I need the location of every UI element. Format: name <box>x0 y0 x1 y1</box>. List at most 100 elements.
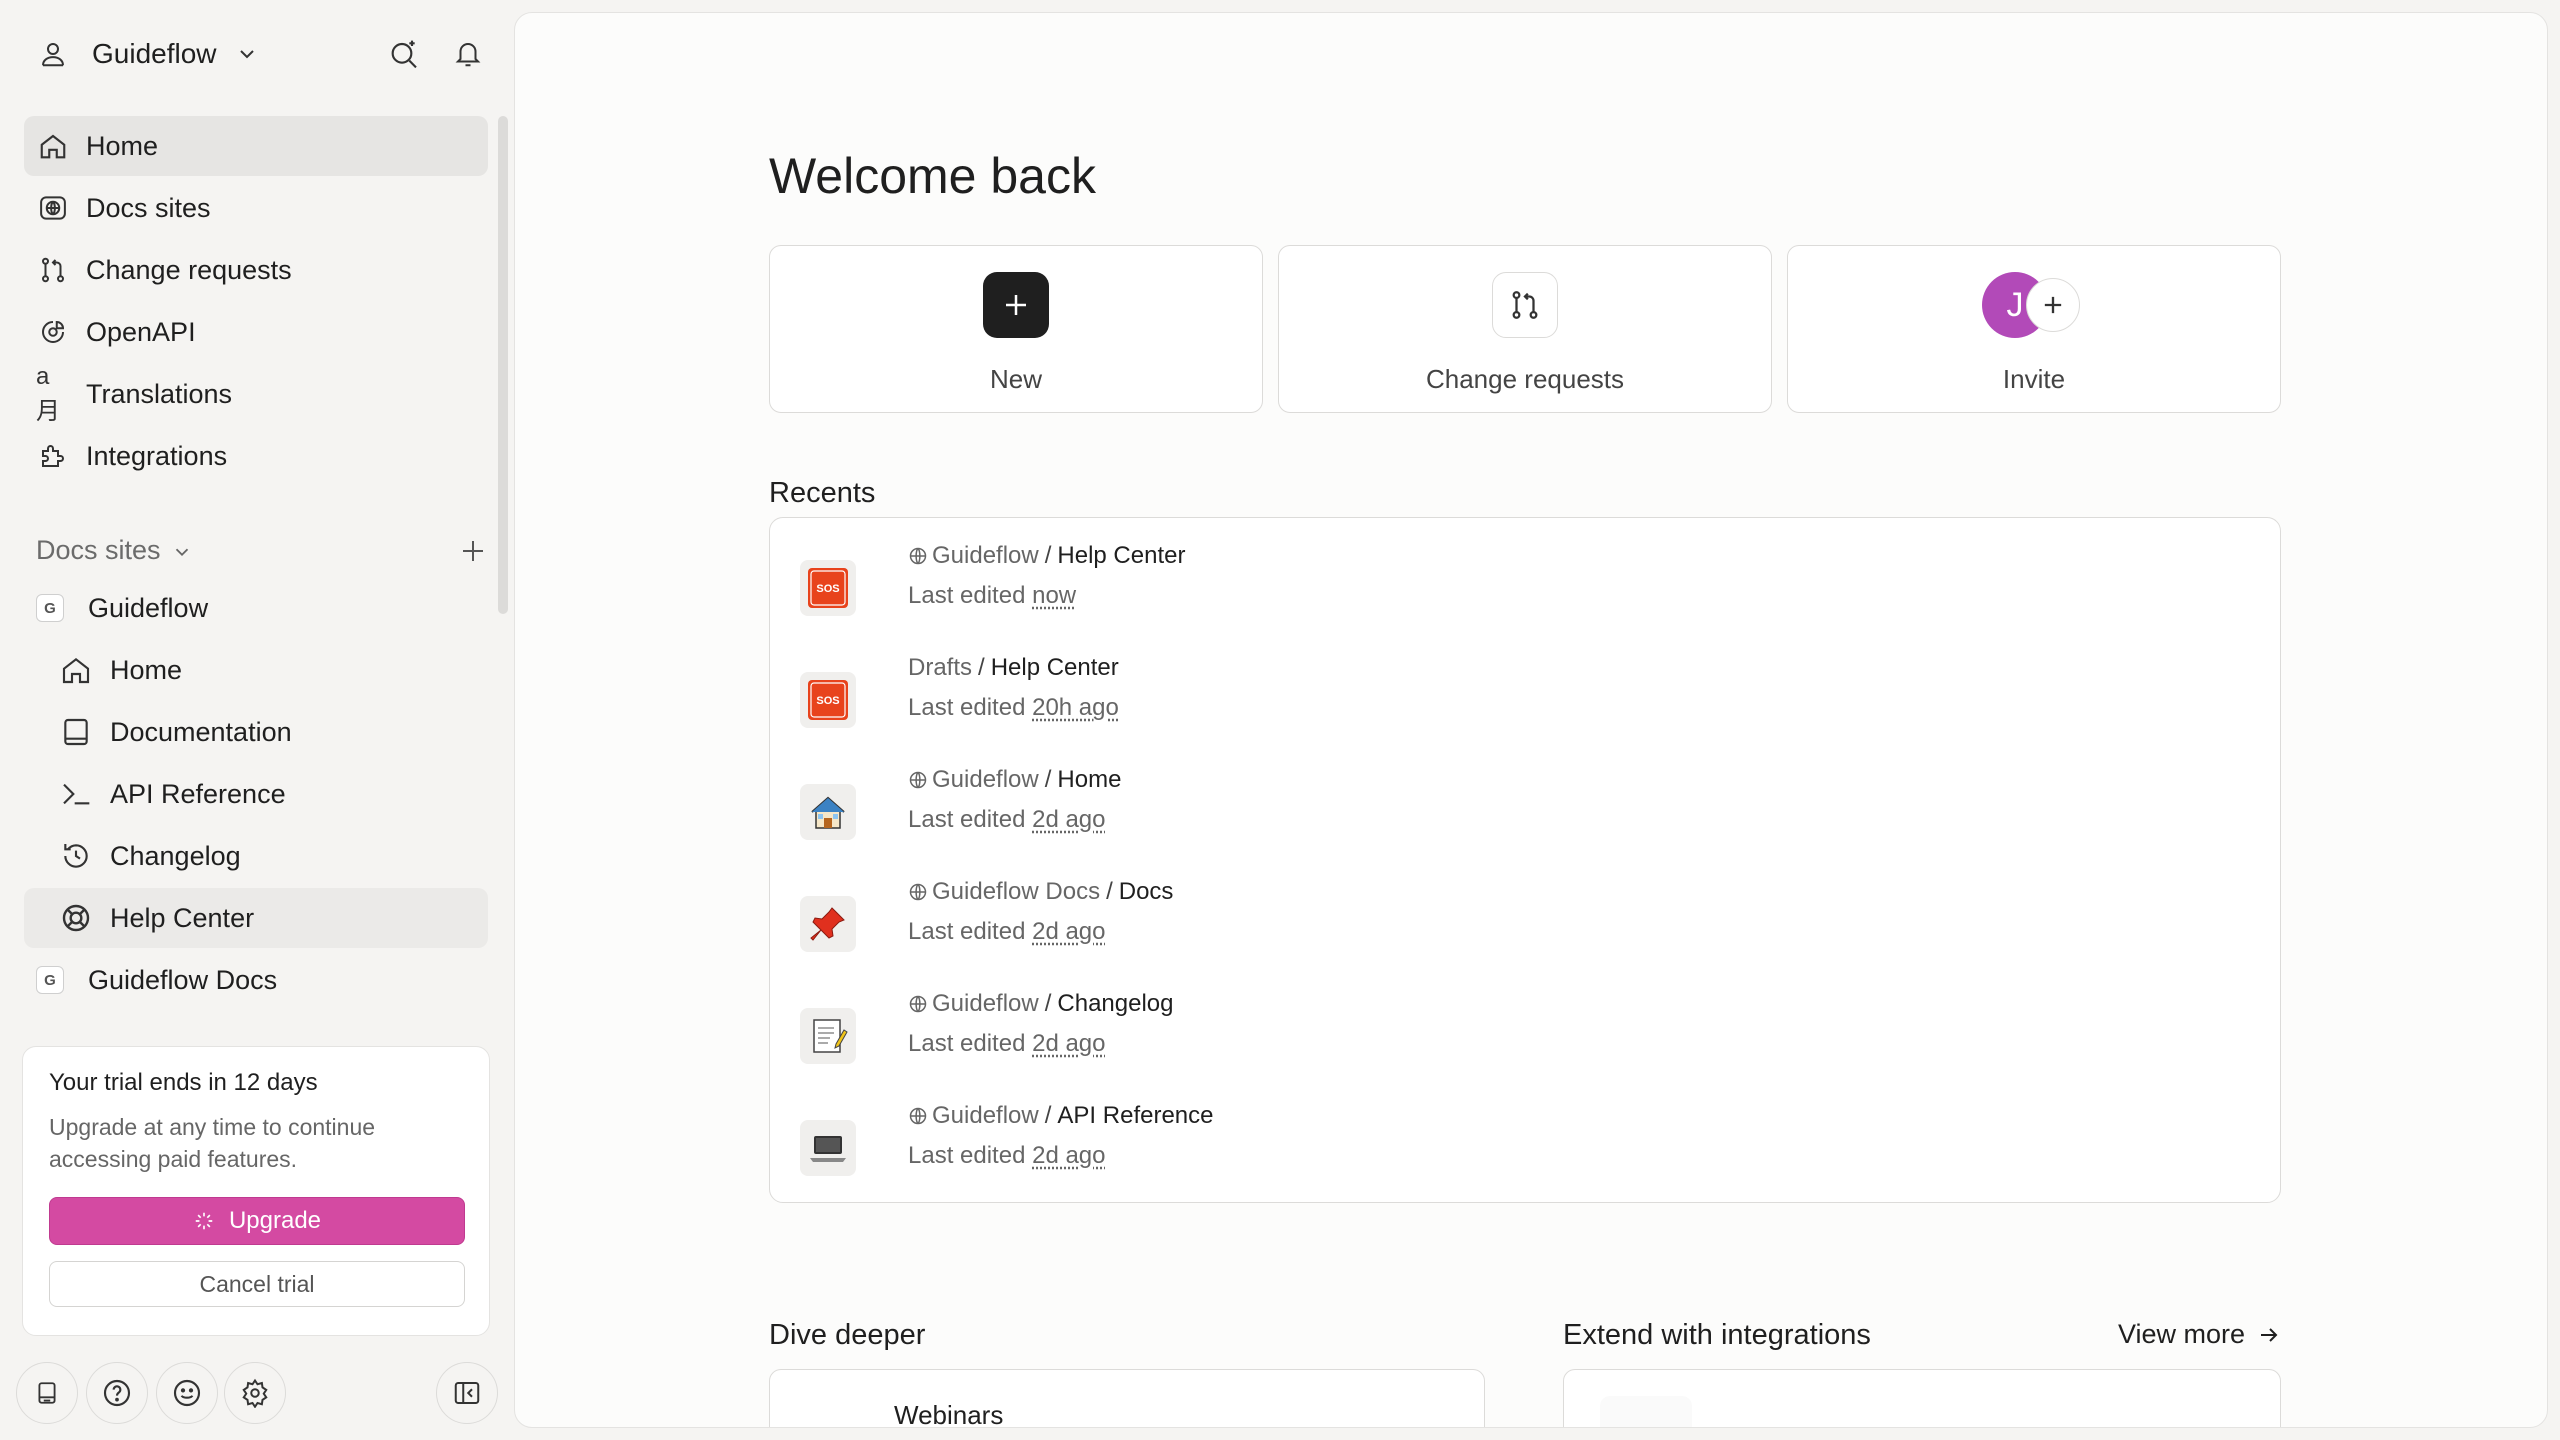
recent-page[interactable]: Home <box>1057 766 1121 794</box>
house-emoji-icon <box>800 784 856 840</box>
recent-space[interactable]: Guideflow <box>932 766 1039 794</box>
docs-icon[interactable] <box>16 1362 78 1424</box>
integration-card[interactable] <box>1563 1369 2281 1427</box>
recent-path: Guideflow / Help Center <box>908 542 1185 570</box>
svg-text:SOS: SOS <box>816 583 839 595</box>
recent-space[interactable]: Drafts <box>908 654 972 682</box>
recent-page[interactable]: API Reference <box>1057 1102 1213 1130</box>
nav-label: Translations <box>86 378 233 409</box>
upgrade-label: Upgrade <box>228 1207 322 1234</box>
nav-label: Docs sites <box>86 192 211 223</box>
recent-space[interactable]: Guideflow <box>932 542 1039 570</box>
site-item-home[interactable]: Home <box>24 640 488 700</box>
lifebuoy-icon <box>58 900 94 936</box>
list-item[interactable]: Guideflow / Changelog Last edited 2d ago <box>800 980 2240 1080</box>
integrations-title: Extend with integrations <box>1563 1319 1871 1351</box>
user-icon[interactable] <box>36 37 70 71</box>
collapse-sidebar-icon[interactable] <box>436 1362 498 1424</box>
list-item[interactable]: Guideflow Docs / Docs Last edited 2d ago <box>800 868 2240 968</box>
view-more-link[interactable]: View more <box>2118 1319 2281 1350</box>
new-card[interactable]: New <box>769 245 1263 413</box>
pushpin-emoji-icon <box>800 896 856 952</box>
recent-space[interactable]: Guideflow <box>932 1102 1039 1130</box>
bell-icon[interactable] <box>450 36 486 72</box>
laptop-emoji-icon <box>800 1120 856 1176</box>
sidebar-scrollbar[interactable] <box>498 116 508 614</box>
recent-timestamp: 2d ago <box>1032 1030 1106 1057</box>
recent-meta: Last edited 2d ago <box>908 1030 1106 1057</box>
site-item-changelog[interactable]: Changelog <box>24 826 488 886</box>
nav-item-integrations[interactable]: Integrations <box>24 426 488 486</box>
recents-list: SOS Guideflow / Help Center Last edited … <box>769 517 2281 1203</box>
nav-item-change-requests[interactable]: Change requests <box>24 240 488 300</box>
recent-space[interactable]: Guideflow <box>932 990 1039 1018</box>
memo-emoji-icon <box>800 1008 856 1064</box>
recent-page[interactable]: Help Center <box>991 654 1119 682</box>
main-nav: Home Docs sites Change requests OpenAPI … <box>24 116 488 488</box>
site-item-documentation[interactable]: Documentation <box>24 702 488 762</box>
recent-meta: Last edited 2d ago <box>908 918 1106 945</box>
site-label: Home <box>110 654 183 685</box>
card-label: Invite <box>2002 364 2066 394</box>
globe-box-icon <box>36 191 70 225</box>
site-label: Help Center <box>110 902 255 933</box>
site-item-guideflow-docs[interactable]: G Guideflow Docs <box>24 950 488 1010</box>
nav-label: OpenAPI <box>86 316 196 347</box>
recent-meta: Last edited 2d ago <box>908 1142 1106 1169</box>
help-icon[interactable] <box>86 1362 148 1424</box>
sidebar: Guideflow Home Docs sites Change request… <box>0 0 512 1440</box>
site-label: Changelog <box>110 840 241 871</box>
home-icon <box>36 129 70 163</box>
site-label: Guideflow <box>88 592 209 623</box>
site-label: Guideflow Docs <box>88 964 278 995</box>
docs-sites-section-header[interactable]: Docs sites <box>36 530 488 570</box>
chevron-down-icon[interactable] <box>171 539 193 561</box>
recent-page[interactable]: Docs <box>1119 878 1174 906</box>
gear-icon[interactable] <box>224 1362 286 1424</box>
recents-title: Recents <box>769 477 876 509</box>
site-badge: G <box>36 594 64 622</box>
git-branch-icon <box>36 253 70 287</box>
change-requests-card[interactable]: Change requests <box>1278 245 1772 413</box>
main-panel: Welcome back New Change requests J Invit <box>514 12 2548 1428</box>
card-label: Change requests <box>1425 364 1625 394</box>
nav-item-docs-sites[interactable]: Docs sites <box>24 178 488 238</box>
sos-icon: SOS <box>800 672 856 728</box>
cancel-trial-button[interactable]: Cancel trial <box>49 1261 465 1307</box>
recent-page[interactable]: Help Center <box>1057 542 1185 570</box>
chevron-down-icon[interactable] <box>235 42 259 66</box>
add-site-icon[interactable] <box>458 536 488 566</box>
globe-icon <box>909 995 927 1013</box>
site-item-api-reference[interactable]: API Reference <box>24 764 488 824</box>
nav-item-openapi[interactable]: OpenAPI <box>24 302 488 362</box>
sparkle-icon <box>195 1212 213 1230</box>
recent-meta: Last edited now <box>908 582 1077 609</box>
workspace-name[interactable]: Guideflow <box>92 38 217 70</box>
section-label: Docs sites <box>36 534 161 565</box>
recent-path: Guideflow / Home <box>908 766 1121 794</box>
site-item-help-center[interactable]: Help Center <box>24 888 488 948</box>
recent-meta: Last edited 20h ago <box>908 694 1119 721</box>
invite-card[interactable]: J Invite <box>1787 245 2281 413</box>
site-badge: G <box>36 966 64 994</box>
list-item[interactable]: Guideflow / API Reference Last edited 2d… <box>800 1092 2240 1192</box>
list-item[interactable]: Guideflow / Home Last edited 2d ago <box>800 756 2240 856</box>
recent-page[interactable]: Changelog <box>1057 990 1173 1018</box>
workspace-header: Guideflow <box>36 30 486 78</box>
webinars-card[interactable]: Webinars <box>769 1369 1485 1427</box>
recent-space[interactable]: Guideflow Docs <box>932 878 1100 906</box>
sos-icon: SOS <box>800 560 856 616</box>
upgrade-button[interactable]: Upgrade <box>49 1197 465 1245</box>
site-item-guideflow[interactable]: G Guideflow <box>24 578 488 638</box>
arrow-right-icon <box>2261 1327 2278 1342</box>
plus-icon <box>983 272 1049 338</box>
smiley-icon[interactable] <box>156 1362 218 1424</box>
list-item[interactable]: SOS Drafts / Help Center Last edited 20h… <box>800 644 2240 744</box>
nav-item-translations[interactable]: a月 Translations <box>24 363 488 425</box>
terminal-icon <box>58 776 94 812</box>
list-item[interactable]: SOS Guideflow / Help Center Last edited … <box>800 532 2240 632</box>
nav-item-home[interactable]: Home <box>24 116 488 176</box>
plus-icon <box>2026 278 2080 332</box>
search-sparkle-icon[interactable] <box>386 36 422 72</box>
recent-timestamp: 2d ago <box>1032 806 1106 833</box>
